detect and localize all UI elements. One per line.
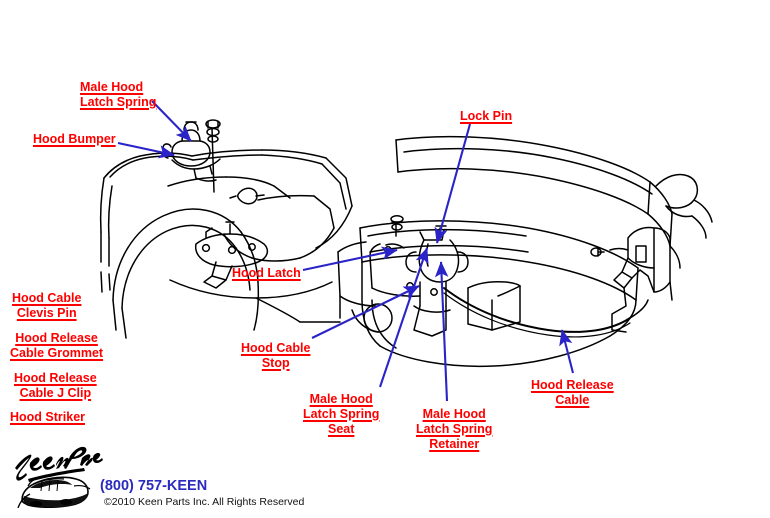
callout-line: Male Hood	[422, 407, 486, 421]
part-label-hood-release-cable-grommet: Hood Release Cable Grommet	[10, 331, 103, 361]
callout-line: Latch Spring	[80, 95, 157, 109]
leader-male-hood-latch-spring-seat	[379, 247, 429, 388]
callout-line: Seat	[328, 422, 355, 436]
callout-lock-pin: Lock Pin	[460, 109, 512, 124]
part-label-hood-release-cable-j-clip: Hood Release Cable J Clip	[14, 371, 97, 401]
callout-line: Latch Spring	[416, 422, 493, 436]
part-label-line: Clevis Pin	[16, 306, 77, 320]
keen-parts-logo	[15, 446, 103, 508]
callout-line: Cable	[555, 393, 590, 407]
leader-hood-cable-stop	[311, 285, 420, 339]
callout-line: Lock Pin	[460, 109, 513, 123]
part-label-line: Cable Grommet	[10, 346, 104, 360]
leader-hood-latch	[302, 246, 398, 272]
part-label-line: Cable J Clip	[19, 386, 92, 400]
part-label-line: Hood Cable	[12, 291, 82, 305]
callout-hood-bumper: Hood Bumper	[33, 132, 116, 147]
callout-male-hood-latch-spring-seat: Male Hood Latch Spring Seat	[303, 392, 379, 437]
copyright-notice: ©2010 Keen Parts Inc. All Rights Reserve…	[104, 496, 305, 508]
callout-hood-release-cable: Hood Release Cable	[531, 378, 614, 408]
diagram-page: Male Hood Latch Spring Hood Bumper Lock …	[0, 0, 770, 518]
callout-line: Stop	[261, 356, 290, 370]
callout-line: Male Hood	[309, 392, 373, 406]
callout-line: Hood Latch	[232, 266, 301, 280]
part-label-hood-cable-clevis-pin: Hood Cable Clevis Pin	[12, 291, 81, 321]
phone-number: (800) 757-KEEN	[100, 478, 208, 494]
callout-line: Male Hood	[80, 80, 144, 94]
callout-hood-latch: Hood Latch	[232, 266, 301, 281]
part-label-line: Hood Release	[14, 371, 97, 385]
footer-branding: (800) 757-KEEN ©2010 Keen Parts Inc. All…	[8, 446, 308, 512]
leader-male-hood-latch-spring-retainer	[434, 261, 449, 402]
callout-line: Latch Spring	[303, 407, 380, 421]
part-label-hood-striker: Hood Striker	[10, 410, 85, 425]
callout-line: Hood Bumper	[33, 132, 116, 146]
callout-line: Retainer	[429, 437, 480, 451]
callout-male-hood-latch-spring: Male Hood Latch Spring	[80, 80, 156, 110]
part-label-line: Hood Striker	[10, 410, 86, 424]
callout-hood-cable-stop: Hood Cable Stop	[241, 341, 310, 371]
leader-hood-release-cable	[559, 329, 575, 374]
leader-lock-pin	[434, 123, 472, 244]
leader-male-hood-latch-spring	[151, 100, 192, 142]
callout-male-hood-latch-spring-retainer: Male Hood Latch Spring Retainer	[416, 407, 492, 452]
leader-hood-bumper	[117, 141, 175, 159]
callout-line: Hood Cable	[241, 341, 311, 355]
hood-latch-line-art	[99, 100, 713, 402]
part-label-line: Hood Release	[15, 331, 98, 345]
callout-line: Hood Release	[531, 378, 614, 392]
